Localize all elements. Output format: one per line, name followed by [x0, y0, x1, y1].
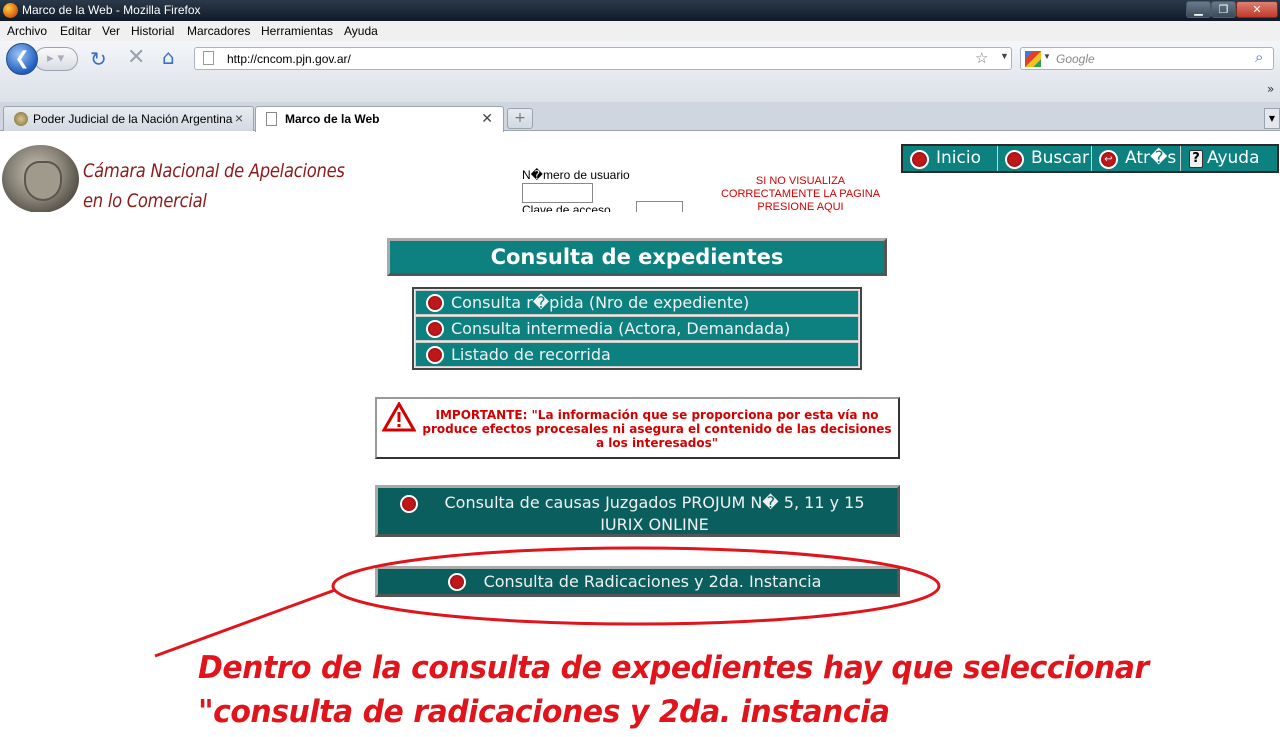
tab-label: Poder Judicial de la Nación Argentina	[33, 112, 233, 126]
bookmarks-toolbar: »	[0, 78, 1280, 102]
help-icon: ?	[1189, 150, 1203, 168]
important-notice-text: IMPORTANTE: "La información que se propo…	[422, 408, 892, 450]
consulta-menu: Consulta r�pida (Nro de expediente) Cons…	[412, 287, 862, 370]
tab-poder-judicial[interactable]: Poder Judicial de la Nación Argentina ×	[3, 106, 254, 131]
minimize-button[interactable]: ▁	[1186, 1, 1211, 18]
seal-favicon-icon	[14, 112, 28, 126]
menu-herramientas[interactable]: Herramientas	[261, 24, 333, 38]
consulta-intermedia-label: Consulta intermedia (Actora, Demandada)	[451, 319, 791, 338]
court-name-line1: Cámara Nacional de Apelaciones	[83, 160, 345, 182]
menu-ver[interactable]: Ver	[102, 24, 120, 38]
listado-recorrida-link[interactable]: Listado de recorrida	[415, 342, 859, 367]
user-number-label: N�mero de usuario	[522, 168, 630, 182]
projum-line1: Consulta de causas Juzgados PROJUM N� 5,…	[444, 493, 865, 512]
back-arrow-icon: ↩	[1099, 150, 1118, 169]
nav-inicio-label: Inicio	[936, 148, 981, 168]
address-bar[interactable]: http://cncom.pjn.gov.ar/ ☆ ▼	[194, 47, 1012, 70]
red-bullet-icon	[426, 346, 444, 364]
projum-button[interactable]: Consulta de causas Juzgados PROJUM N� 5,…	[375, 485, 900, 537]
consulta-intermedia-link[interactable]: Consulta intermedia (Actora, Demandada)	[415, 316, 859, 341]
url-dropdown-icon[interactable]: ▼	[1000, 51, 1009, 61]
menu-marcadores[interactable]: Marcadores	[187, 24, 250, 38]
forward-icon: ▸ ▾	[47, 51, 65, 66]
chevron-down-icon: ▼	[1268, 114, 1276, 123]
annotation-text: Dentro de la consulta de expedientes hay…	[198, 646, 1149, 734]
red-bullet-icon	[400, 495, 418, 513]
nav-inicio[interactable]: Inicio	[903, 146, 998, 171]
projum-line2: IURIX ONLINE	[600, 515, 709, 534]
plus-icon: +	[514, 110, 526, 126]
reload-icon[interactable]: ↻	[90, 47, 107, 71]
annotation-line1: Dentro de la consulta de expedientes hay…	[198, 650, 1149, 686]
user-number-input[interactable]	[522, 183, 593, 203]
page-title: Consulta de expedientes	[387, 238, 887, 276]
close-tab-icon[interactable]: ×	[235, 110, 243, 126]
back-button[interactable]: ❮	[6, 43, 38, 75]
red-bullet-icon	[426, 320, 444, 338]
password-input[interactable]	[636, 201, 683, 212]
search-icon[interactable]: ⌕	[1255, 49, 1263, 66]
important-notice: IMPORTANTE: "La información que se propo…	[375, 397, 900, 459]
window-title: Marco de la Web - Mozilla Firefox	[22, 3, 201, 17]
url-text[interactable]: http://cncom.pjn.gov.ar/	[227, 52, 351, 66]
header-frame-edge	[0, 212, 900, 226]
consulta-rapida-label: Consulta r�pida (Nro de expediente)	[451, 293, 750, 312]
red-bullet-icon	[910, 150, 929, 169]
title-bar: Marco de la Web - Mozilla Firefox ▁ ❐ ✕	[0, 0, 1280, 21]
nav-ayuda-label: Ayuda	[1207, 148, 1260, 168]
warning-triangle-icon	[382, 402, 416, 432]
maximize-button[interactable]: ❐	[1211, 1, 1236, 18]
back-icon: ❮	[14, 48, 30, 69]
close-window-button[interactable]: ✕	[1236, 1, 1278, 18]
password-label: Clave de acceso	[522, 204, 611, 212]
red-bullet-icon	[448, 573, 466, 591]
google-icon[interactable]	[1025, 51, 1041, 67]
forward-button[interactable]: ▸ ▾	[34, 47, 78, 71]
radicaciones-label: Consulta de Radicaciones y 2da. Instanci…	[483, 572, 822, 591]
menu-archivo[interactable]: Archivo	[7, 24, 47, 38]
stop-icon[interactable]: ✕	[127, 45, 145, 70]
menu-ayuda[interactable]: Ayuda	[344, 24, 378, 38]
home-icon[interactable]: ⌂	[162, 45, 175, 69]
bookmark-star-icon[interactable]: ☆	[975, 49, 988, 67]
search-placeholder[interactable]: Google	[1056, 52, 1095, 66]
nav-atras-label: Atr�s	[1125, 148, 1177, 168]
search-box[interactable]: ▼ Google ⌕	[1020, 47, 1274, 70]
display-help-link[interactable]: SI NO VISUALIZA CORRECTAMENTE LA PAGINA …	[708, 175, 893, 214]
top-navigation: Inicio Buscar ↩ Atr�s ? Ayuda	[901, 144, 1279, 173]
chevron-right-icon[interactable]: »	[1267, 82, 1274, 96]
new-tab-button[interactable]: +	[507, 108, 533, 129]
firefox-icon	[3, 3, 18, 18]
menu-editar[interactable]: Editar	[60, 24, 91, 38]
tab-label: Marco de la Web	[285, 112, 380, 126]
listado-recorrida-label: Listado de recorrida	[451, 345, 611, 364]
page-icon	[203, 51, 214, 65]
nav-buscar-label: Buscar	[1031, 148, 1090, 168]
page-favicon-icon	[266, 112, 277, 126]
consulta-rapida-link[interactable]: Consulta r�pida (Nro de expediente)	[415, 290, 859, 315]
red-bullet-icon	[1005, 150, 1024, 169]
court-name: Cámara Nacional de Apelaciones en lo Com…	[83, 156, 345, 216]
red-bullet-icon	[426, 294, 444, 312]
menu-bar: Archivo Editar Ver Historial Marcadores …	[0, 21, 1280, 41]
tab-list-button[interactable]: ▼	[1264, 108, 1280, 129]
annotation-line2: "consulta de radicaciones y 2da. instanc…	[198, 694, 890, 730]
nav-ayuda[interactable]: ? Ayuda	[1181, 146, 1277, 171]
court-seal-logo	[2, 145, 79, 213]
menu-historial[interactable]: Historial	[131, 24, 174, 38]
nav-atras[interactable]: ↩ Atr�s	[1092, 146, 1181, 171]
tab-marco-de-la-web[interactable]: Marco de la Web ✕	[255, 106, 504, 132]
close-tab-icon[interactable]: ✕	[481, 110, 493, 127]
nav-buscar[interactable]: Buscar	[998, 146, 1092, 171]
radicaciones-button[interactable]: Consulta de Radicaciones y 2da. Instanci…	[375, 566, 900, 597]
engine-dropdown-icon[interactable]: ▼	[1043, 52, 1051, 61]
